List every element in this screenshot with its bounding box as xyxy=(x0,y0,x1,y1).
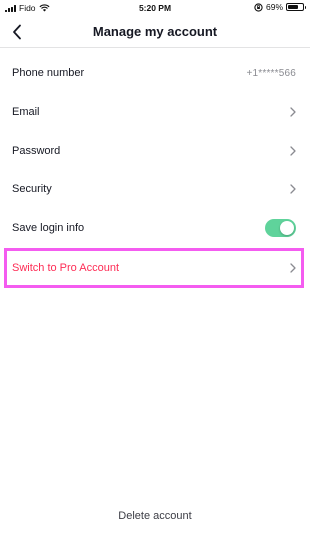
switch-to-pro-account-label: Switch to Pro Account xyxy=(12,262,119,274)
switch-to-pro-account-row[interactable]: Switch to Pro Account xyxy=(0,249,310,287)
email-row[interactable]: Email xyxy=(0,93,310,131)
save-login-info-row: Save login info xyxy=(0,209,310,247)
email-label: Email xyxy=(12,106,40,118)
save-login-info-toggle[interactable] xyxy=(265,219,296,237)
delete-account-link[interactable]: Delete account xyxy=(0,510,310,522)
security-row[interactable]: Security xyxy=(0,170,310,208)
phone-number-value: +1*****566 xyxy=(246,67,296,79)
nav-divider xyxy=(0,47,310,48)
navigation-bar: Manage my account xyxy=(0,16,310,48)
status-bar-right: 69% xyxy=(254,2,306,12)
chevron-right-icon xyxy=(290,263,296,273)
password-label: Password xyxy=(12,145,61,157)
battery-percent: 69% xyxy=(265,2,283,12)
chevron-right-icon xyxy=(290,184,296,194)
orientation-lock-icon xyxy=(254,2,263,12)
security-label: Security xyxy=(12,183,52,195)
chevron-right-icon xyxy=(290,107,296,117)
save-login-info-label: Save login info xyxy=(12,222,85,234)
phone-number-label: Phone number xyxy=(12,67,85,79)
battery-level-fill xyxy=(288,5,298,9)
chevron-right-icon xyxy=(290,146,296,156)
battery-icon xyxy=(286,3,306,11)
password-row[interactable]: Password xyxy=(0,132,310,170)
phone-number-row[interactable]: Phone number +1*****566 xyxy=(0,54,310,92)
status-bar: Fido 5:20 PM 69% xyxy=(0,0,310,16)
page-title: Manage my account xyxy=(92,24,218,39)
manage-account-screen: Fido 5:20 PM 69% Manage my account Phone… xyxy=(0,0,310,551)
toggle-knob xyxy=(280,221,294,235)
